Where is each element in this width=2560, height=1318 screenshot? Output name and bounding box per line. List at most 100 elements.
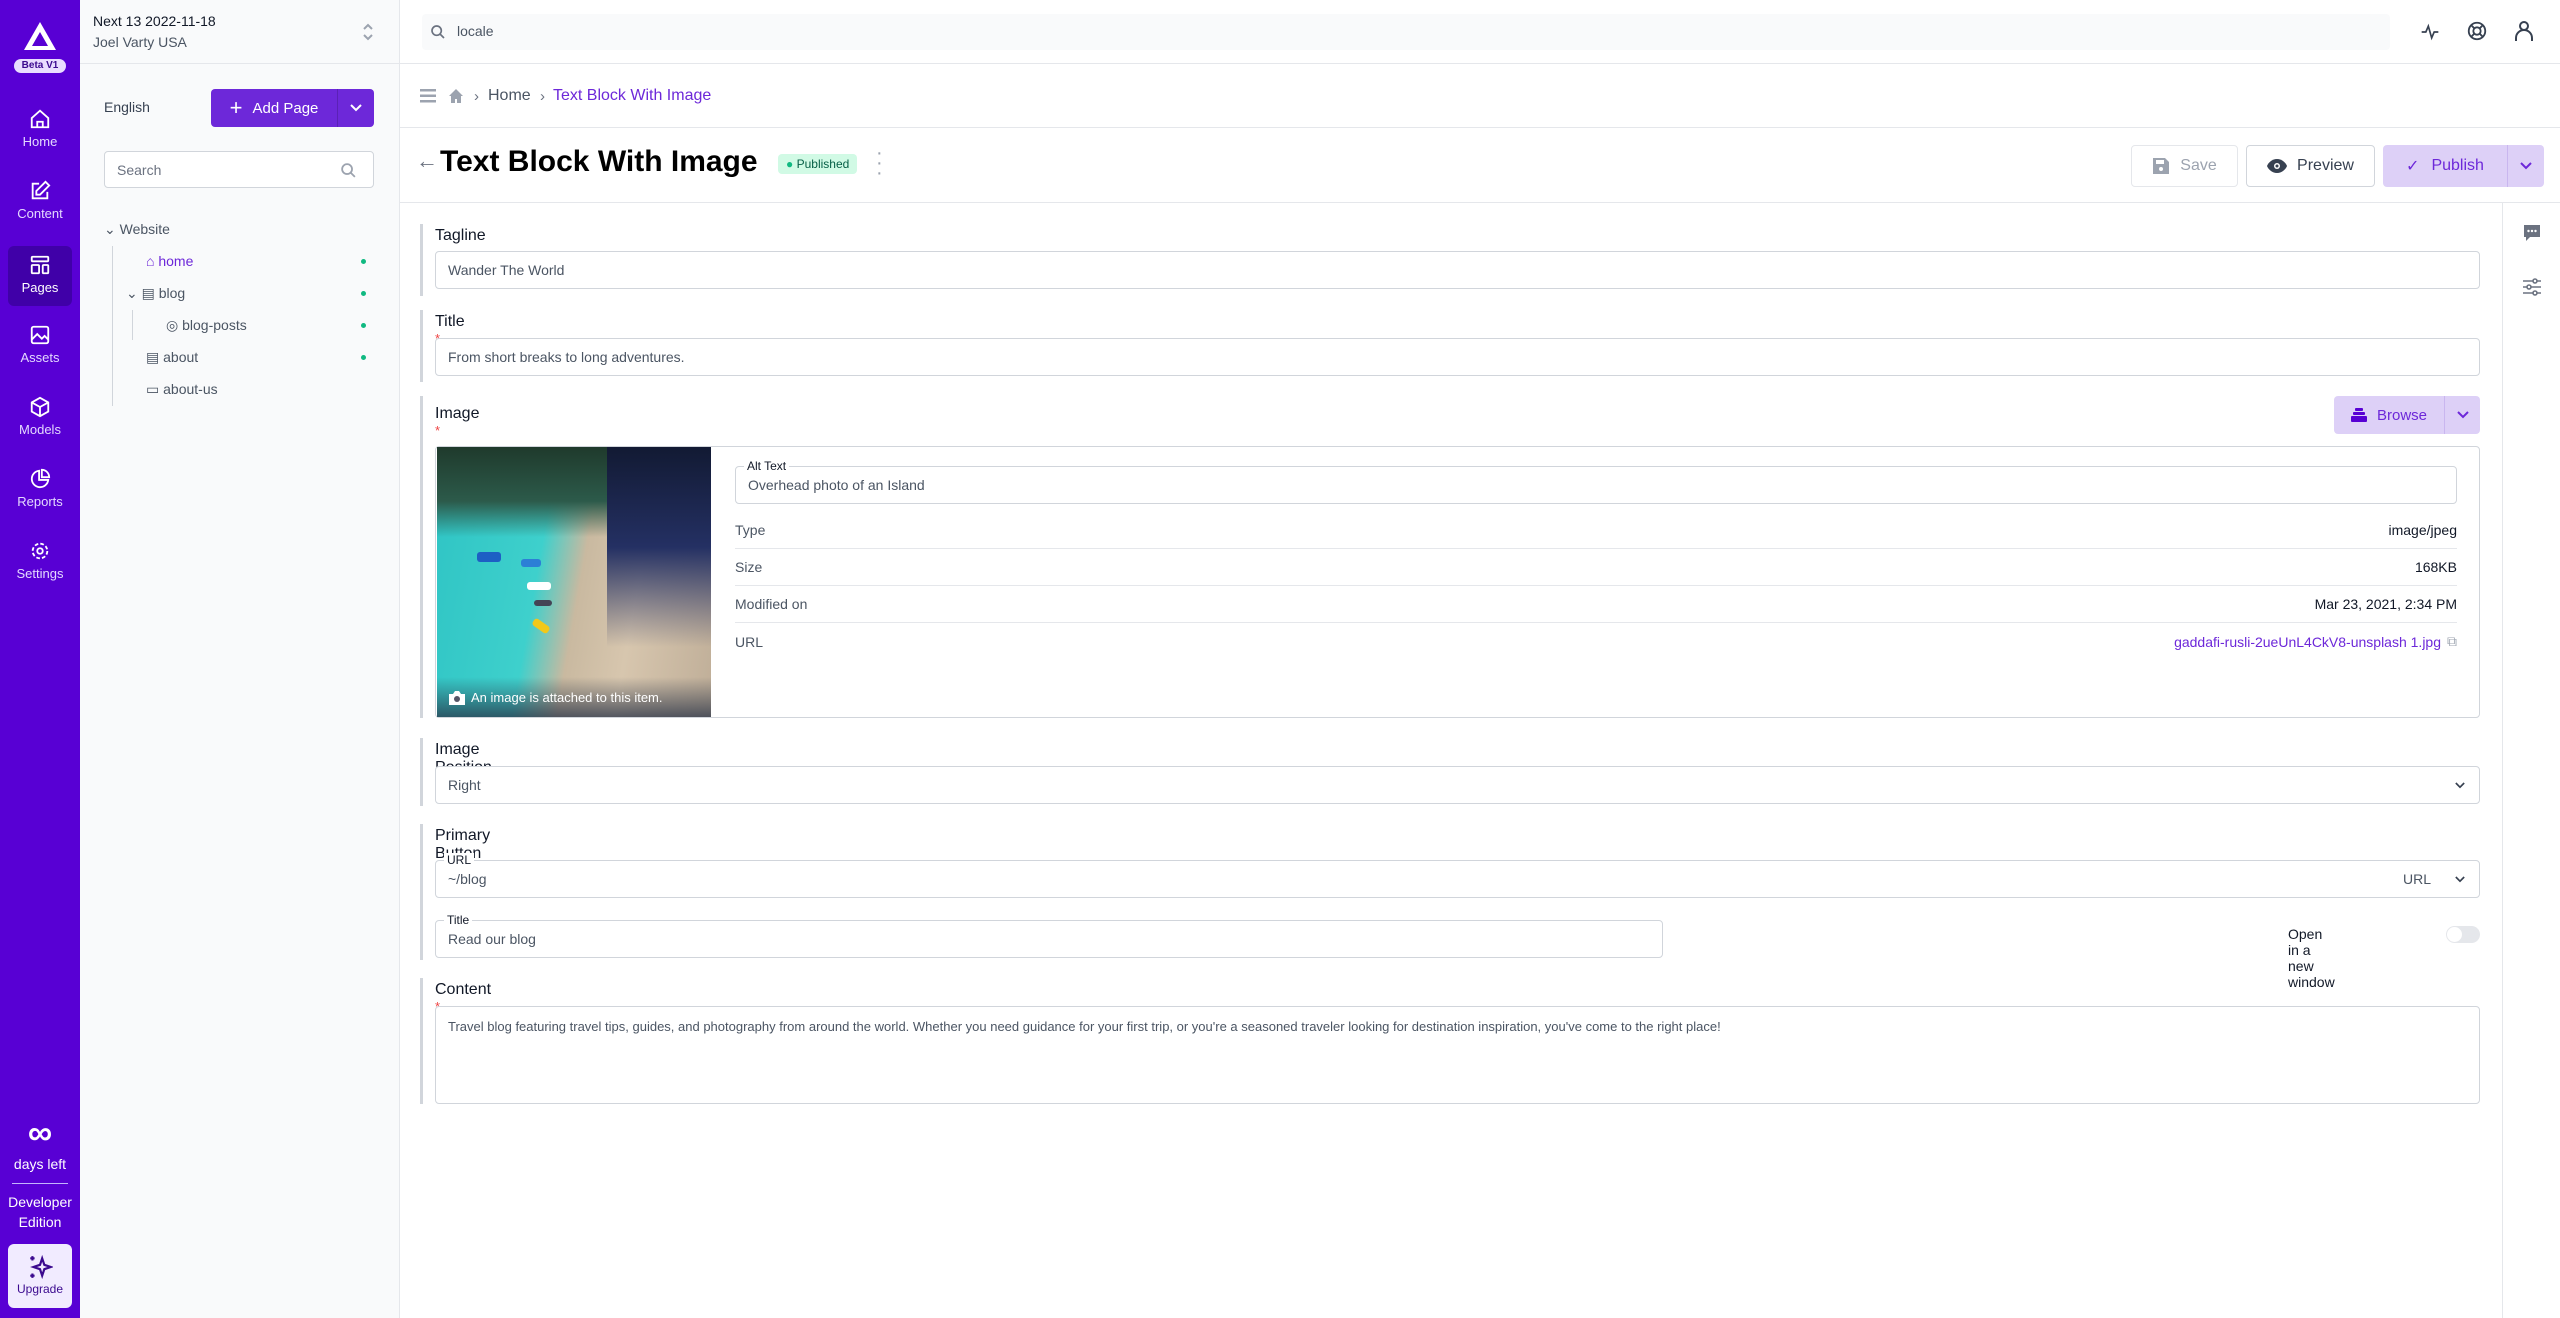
tagline-label: Tagline xyxy=(435,227,486,244)
divider xyxy=(12,1183,68,1184)
tree-search-input[interactable]: Search xyxy=(104,151,374,188)
tree-guide xyxy=(132,310,133,340)
global-search-input[interactable]: locale xyxy=(422,14,2390,50)
image-url-link[interactable]: gaddafi-rusli-2ueUnL4CkV8-unsplash 1.jpg xyxy=(2174,634,2441,650)
locale-label: English xyxy=(104,99,150,115)
nav-item-content[interactable]: Content xyxy=(8,172,72,232)
url-type-select[interactable]: URL xyxy=(2403,871,2431,887)
user-icon[interactable] xyxy=(2514,20,2534,42)
home-icon xyxy=(30,109,50,129)
nav-item-home[interactable]: Home xyxy=(8,100,72,160)
tree-item-home[interactable]: ⌂ home xyxy=(146,250,193,272)
gear-icon xyxy=(31,542,49,560)
pages-icon xyxy=(30,255,50,275)
chevron-down-icon xyxy=(2520,162,2532,170)
status-badge: ● Published xyxy=(778,154,858,174)
nav-item-pages[interactable]: Pages xyxy=(8,246,72,306)
title-input[interactable]: From short breaks to long adventures. xyxy=(435,338,2480,376)
agility-logo xyxy=(24,22,56,50)
menu-icon[interactable] xyxy=(420,89,436,103)
meta-row-size: Size 168KB xyxy=(735,549,2457,586)
image-caption: An image is attached to this item. xyxy=(471,690,663,705)
sliders-icon[interactable] xyxy=(2522,277,2542,297)
image-thumbnail[interactable]: An image is attached to this item. xyxy=(437,447,711,717)
tree-item-blog[interactable]: ⌄ ▤ blog xyxy=(126,282,185,304)
tree-item-about-us[interactable]: ▭ about-us xyxy=(146,378,218,400)
chevron-down-icon xyxy=(2456,411,2469,419)
field-bar xyxy=(420,224,423,296)
nav-item-reports[interactable]: Reports xyxy=(8,460,72,520)
edit-icon xyxy=(31,180,51,200)
tree-item-blog-posts[interactable]: ◎ blog-posts xyxy=(166,314,247,336)
search-icon xyxy=(431,25,445,39)
field-bar xyxy=(420,310,423,382)
tree-guide xyxy=(112,246,113,406)
image-position-select[interactable]: Right xyxy=(435,766,2480,804)
published-dot xyxy=(361,355,366,360)
published-dot xyxy=(361,291,366,296)
publish-dropdown[interactable] xyxy=(2507,145,2544,187)
chevron-down-icon xyxy=(350,104,362,112)
cube-icon xyxy=(30,396,50,418)
back-arrow-icon[interactable]: ← xyxy=(416,148,438,174)
content-textarea[interactable]: Travel blog featuring travel tips, guide… xyxy=(435,1006,2480,1104)
pie-chart-icon xyxy=(30,468,51,489)
save-icon xyxy=(2153,158,2170,174)
sparkles-icon xyxy=(30,1254,53,1280)
preview-button[interactable]: Preview xyxy=(2246,145,2375,187)
field-bar xyxy=(420,824,423,960)
alt-text-input[interactable]: Alt Text Overhead photo of an Island xyxy=(735,459,2457,504)
copy-icon[interactable]: ⧉ xyxy=(2447,633,2457,650)
list-module-icon: ◎ xyxy=(166,317,179,333)
help-lifebuoy-icon[interactable] xyxy=(2466,20,2488,42)
eye-icon xyxy=(2267,159,2288,173)
meta-row-modified: Modified on Mar 23, 2021, 2:34 PM xyxy=(735,586,2457,623)
upgrade-button[interactable]: Upgrade xyxy=(8,1244,72,1308)
chevron-down-icon xyxy=(2455,876,2465,883)
new-window-label: Open in a new window xyxy=(2288,926,2335,990)
edition-label: Developer Edition xyxy=(8,1194,72,1230)
chevron-up-down-icon xyxy=(363,23,373,41)
add-page-button[interactable]: + Add Page xyxy=(211,89,374,127)
field-bar xyxy=(420,738,423,806)
tree-item-about[interactable]: ▤ about xyxy=(146,346,198,368)
page-icon: ▤ xyxy=(146,349,160,365)
nav-item-settings[interactable]: Settings xyxy=(8,532,72,592)
activity-icon[interactable] xyxy=(2420,22,2440,42)
beta-badge: Beta V1 xyxy=(14,59,66,73)
main-nav: Beta V1 Home Content Pages Assets Models… xyxy=(0,0,80,1318)
comments-icon[interactable] xyxy=(2522,223,2542,243)
breadcrumb-home[interactable]: Home xyxy=(488,87,531,105)
days-left-label: days left xyxy=(13,1156,67,1172)
image-icon xyxy=(30,325,50,345)
plus-icon: + xyxy=(229,95,243,120)
nav-item-models[interactable]: Models xyxy=(8,388,72,448)
browse-dropdown[interactable] xyxy=(2444,396,2480,434)
add-page-dropdown[interactable] xyxy=(337,89,374,127)
page-tree-panel: Next 13 2022-11-18 Joel Varty USA Englis… xyxy=(80,0,400,1318)
image-label: Image * xyxy=(435,405,480,438)
save-button[interactable]: Save xyxy=(2131,145,2238,187)
top-bar: locale xyxy=(400,0,2560,64)
tagline-input[interactable]: Wander The World xyxy=(435,251,2480,289)
home-icon: ⌂ xyxy=(146,253,155,269)
breadcrumb-current[interactable]: Text Block With Image xyxy=(553,87,711,105)
nav-item-assets[interactable]: Assets xyxy=(8,316,72,376)
infinity-icon: ∞ xyxy=(27,1114,53,1152)
new-window-toggle[interactable] xyxy=(2446,926,2480,943)
instance-switcher[interactable]: Next 13 2022-11-18 Joel Varty USA xyxy=(80,0,400,64)
button-url-input[interactable]: URL ~/blog URL xyxy=(435,853,2480,898)
meta-row-type: Type image/jpeg xyxy=(735,512,2457,549)
field-bar xyxy=(420,978,423,1104)
more-options-icon[interactable]: · · · xyxy=(876,143,883,183)
folder-icon: ▭ xyxy=(146,381,160,397)
instance-org: Joel Varty USA xyxy=(93,34,187,50)
browse-button[interactable]: Browse xyxy=(2334,396,2480,434)
home-icon[interactable] xyxy=(448,88,464,104)
button-title-input[interactable]: Title Read our blog xyxy=(435,913,1663,958)
published-dot xyxy=(361,259,366,264)
tree-item-website[interactable]: ⌄ Website xyxy=(104,218,170,240)
publish-button[interactable]: ✓ Publish xyxy=(2383,145,2544,187)
meta-row-url: URL gaddafi-rusli-2ueUnL4CkV8-unsplash 1.… xyxy=(735,633,2457,650)
chevron-down-icon xyxy=(2455,782,2465,789)
